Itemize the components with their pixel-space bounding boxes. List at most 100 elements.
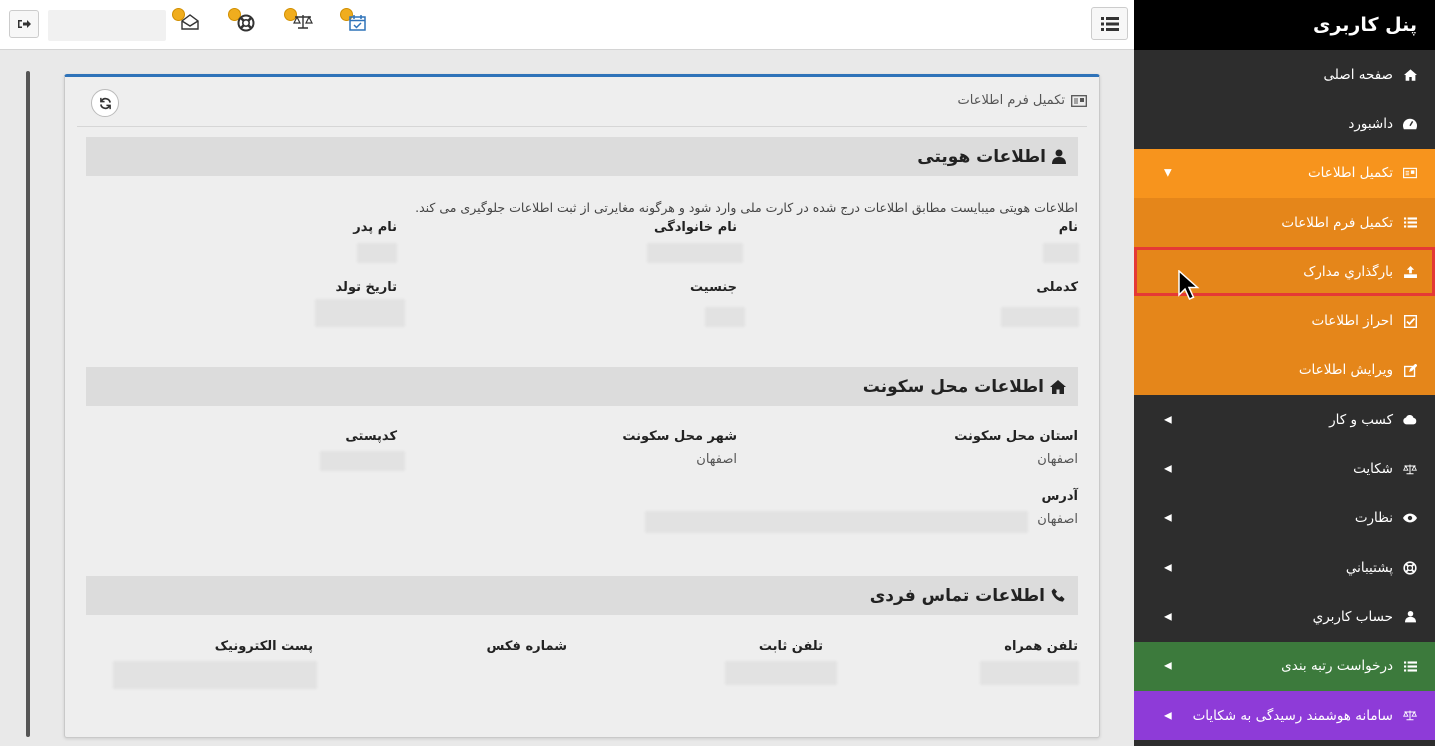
caret-left-icon: ◀ [1164, 512, 1172, 524]
logout-button[interactable] [9, 10, 39, 38]
gender-field: جنسیت [690, 280, 737, 295]
province-label: استان محل سکونت [954, 429, 1078, 444]
caret-left-icon: ◀ [1164, 660, 1172, 672]
gender-label: جنسیت [690, 280, 737, 295]
birth-date-value-blurred [315, 299, 405, 327]
father-name-value-blurred [357, 243, 397, 263]
province-field: استان محل سکونت اصفهان [954, 429, 1078, 467]
panel-title: تکمیل فرم اطلاعات [958, 93, 1087, 108]
sidebar-item-account[interactable]: حساب کاربري ◀ [1134, 592, 1435, 641]
sidebar-item-ranking-request[interactable]: درخواست رتبه بندی ◀ [1134, 641, 1435, 691]
scale-icon [293, 15, 313, 29]
home-icon [1403, 68, 1417, 82]
cloud-icon [1403, 413, 1417, 427]
province-value: اصفهان [1037, 452, 1078, 467]
birth-date-label: تاریخ تولد [335, 280, 397, 295]
gender-value-blurred [705, 307, 745, 327]
sidebar-item-label: نظارت [1354, 510, 1393, 527]
sidebar-item-label: حساب کاربري [1312, 608, 1393, 625]
sidebar-item-label: داشبورد [1348, 115, 1393, 132]
sidebar-item-smart-complaints[interactable]: سامانه هوشمند رسیدگی به شکایات ◀ [1134, 690, 1435, 741]
phone-value-blurred [725, 661, 837, 685]
sidebar-item-business[interactable]: کسب و کار ◀ [1134, 395, 1435, 444]
scale-icon [1403, 709, 1417, 723]
first-name-label: نام [1058, 220, 1078, 235]
email-field: پست الکترونیک [215, 639, 313, 654]
postal-code-label: کدپستی [345, 429, 397, 444]
phone-icon [1051, 588, 1065, 602]
list-icon [1403, 659, 1417, 673]
edit-icon [1403, 363, 1417, 377]
city-value: اصفهان [696, 452, 737, 467]
id-card-icon [1403, 166, 1417, 180]
first-name-value-blurred [1043, 243, 1079, 263]
address-detail-blurred [645, 511, 1028, 533]
calendar-check-icon [349, 15, 366, 31]
panel-title-text: تکمیل فرم اطلاعات [957, 93, 1065, 108]
national-code-value-blurred [1001, 307, 1079, 327]
last-name-label: نام خانوادگی [654, 220, 737, 235]
user-icon [1052, 149, 1066, 164]
upload-icon [1403, 265, 1417, 279]
eye-icon [1403, 511, 1417, 525]
phone-field: تلفن ثابت [759, 639, 823, 654]
user-name-blurred [48, 10, 166, 41]
sidebar-subitem-edit-info[interactable]: ویرایش اطلاعات [1134, 345, 1435, 396]
support-button[interactable] [228, 8, 262, 38]
sidebar-item-supervision[interactable]: نظارت ◀ [1134, 494, 1435, 543]
caret-left-icon: ◀ [1164, 611, 1172, 623]
mobile-label: تلفن همراه [1004, 639, 1078, 654]
sidebar-item-dashboard[interactable]: داشبورد [1134, 99, 1435, 148]
sign-out-icon [18, 20, 31, 28]
caret-down-icon: ▼ [1164, 167, 1172, 179]
sidebar-item-complaint[interactable]: شکایت ◀ [1134, 444, 1435, 493]
sidebar-item-label: کسب و کار [1329, 411, 1393, 428]
city-label: شهر محل سکونت [622, 429, 737, 444]
sidebar-item-label: بارگذاري مدارک [1303, 263, 1393, 280]
sidebar-item-label: ویرایش اطلاعات [1298, 362, 1393, 379]
sidebar-toggle-button[interactable] [1091, 7, 1128, 40]
sidebar-item-support[interactable]: پشتيباني ◀ [1134, 543, 1435, 592]
refresh-button[interactable] [91, 89, 119, 117]
phone-label: تلفن ثابت [758, 639, 823, 654]
home-icon [1050, 379, 1066, 394]
sidebar-item-label: تکمیل فرم اطلاعات [1281, 214, 1393, 231]
father-name-field: نام پدر [353, 220, 397, 235]
sidebar-subitem-verify-info[interactable]: احراز اطلاعات [1134, 296, 1435, 346]
sidebar-subitem-complete-form[interactable]: تکمیل فرم اطلاعات [1134, 197, 1435, 248]
messages-button[interactable] [172, 8, 206, 38]
address-label: آدرس [1041, 489, 1078, 504]
fax-field: شماره فکس [486, 639, 567, 654]
identity-note: اطلاعات هویتی میبایست مطابق اطلاعات درج … [415, 200, 1078, 215]
last-name-value-blurred [647, 243, 743, 263]
id-card-icon [1071, 94, 1087, 107]
address-value: اصفهان [1037, 512, 1078, 527]
identity-heading-text: اطلاعات هویتی [917, 146, 1046, 167]
sidebar-item-label: سامانه هوشمند رسیدگی به شکایات [1192, 707, 1393, 724]
scrollbar[interactable] [26, 71, 30, 737]
panel-header: تکمیل فرم اطلاعات [77, 77, 1087, 127]
fax-label: شماره فکس [486, 639, 567, 654]
caret-left-icon: ◀ [1164, 562, 1172, 574]
contact-section-heading: اطلاعات تماس فردی [86, 576, 1078, 615]
caret-left-icon: ◀ [1164, 463, 1172, 475]
postal-code-value-blurred [320, 451, 405, 471]
mobile-value-blurred [980, 661, 1079, 685]
last-name-field: نام خانوادگی [654, 220, 737, 235]
calendar-button[interactable] [340, 8, 374, 38]
sidebar: پنل کاربری صفحه اصلی داشبورد تکمیل اطلاع… [1134, 0, 1435, 746]
lifebuoy-icon [237, 14, 255, 32]
check-square-icon [1403, 314, 1417, 328]
father-name-label: نام پدر [353, 220, 397, 235]
identity-section-heading: اطلاعات هویتی [86, 137, 1078, 176]
sidebar-item-home[interactable]: صفحه اصلی [1134, 50, 1435, 99]
sidebar-item-complete-info[interactable]: تکمیل اطلاعات ▼ [1134, 148, 1435, 198]
sidebar-item-label: صفحه اصلی [1323, 66, 1393, 83]
sidebar-item-label: پشتيباني [1345, 559, 1393, 576]
sidebar-item-label: تکمیل اطلاعات [1307, 165, 1393, 182]
mouse-cursor-icon [1178, 270, 1200, 300]
complaints-button[interactable] [284, 8, 318, 38]
sidebar-item-label: شکایت [1353, 461, 1393, 478]
refresh-icon [99, 97, 111, 109]
caret-left-icon: ◀ [1164, 414, 1172, 426]
